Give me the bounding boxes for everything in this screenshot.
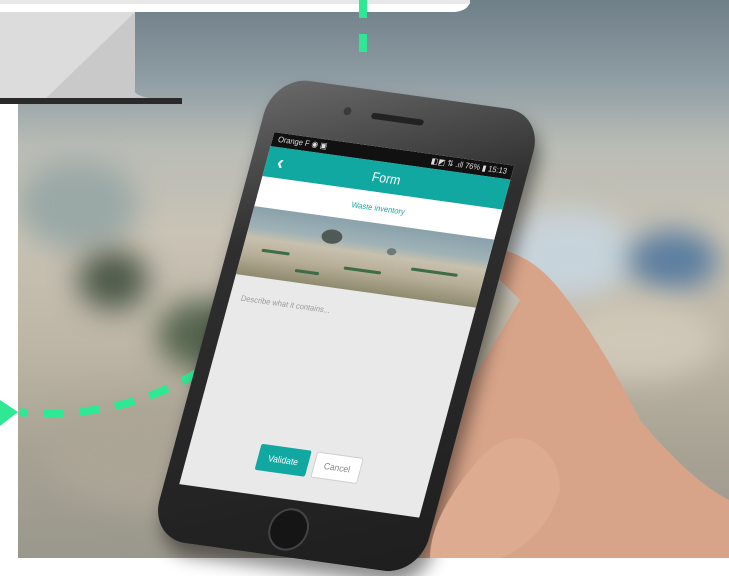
- validate-button[interactable]: Validate: [254, 443, 312, 477]
- subtitle-label: Waste inventory: [350, 199, 407, 217]
- earpiece-speaker: [370, 112, 425, 126]
- front-camera: [342, 106, 353, 116]
- cancel-button[interactable]: Cancel: [310, 451, 364, 484]
- home-button[interactable]: [263, 505, 314, 554]
- description-placeholder: Describe what it contains...: [239, 293, 332, 316]
